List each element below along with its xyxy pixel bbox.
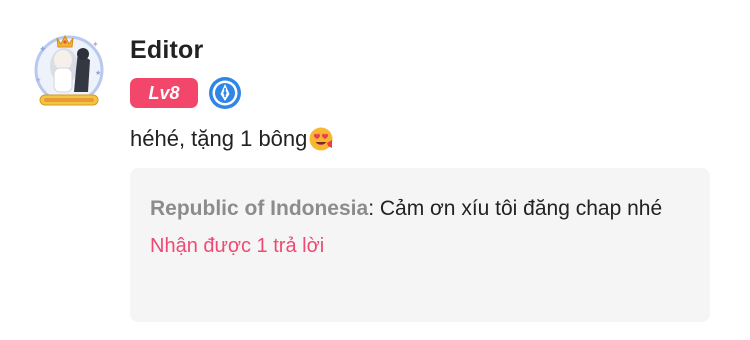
- comment-text: héhé, tặng 1 bông: [130, 126, 308, 151]
- comment-body: héhé, tặng 1 bông: [130, 126, 334, 152]
- user-badges: Lv8: [130, 77, 242, 109]
- reply-author[interactable]: Republic of Indonesia: [150, 197, 368, 220]
- heart-eyes-emoji-icon: [308, 126, 334, 152]
- reply-text: Cảm ơn xíu tôi đăng chap nhé: [374, 197, 663, 220]
- comment-card: ✦ ✦ ★ ★ Editor Lv8 héhé, tặng 1 bông Rep…: [0, 0, 750, 340]
- svg-text:★: ★: [35, 76, 41, 84]
- avatar[interactable]: ✦ ✦ ★ ★: [30, 30, 108, 112]
- avatar-image: ✦ ✦ ★ ★: [34, 34, 104, 106]
- svg-text:✦: ✦: [39, 45, 47, 55]
- reply-line: Republic of Indonesia: Cảm ơn xíu tôi đă…: [150, 188, 690, 229]
- username[interactable]: Editor: [130, 36, 203, 65]
- svg-text:★: ★: [95, 69, 101, 77]
- level-badge: Lv8: [130, 78, 198, 108]
- quill-pen-icon: [208, 76, 242, 110]
- reply-preview[interactable]: Republic of Indonesia: Cảm ơn xíu tôi đă…: [130, 168, 710, 322]
- reply-count-link[interactable]: Nhận được 1 trả lời: [150, 231, 690, 261]
- svg-text:✦: ✦: [92, 40, 99, 49]
